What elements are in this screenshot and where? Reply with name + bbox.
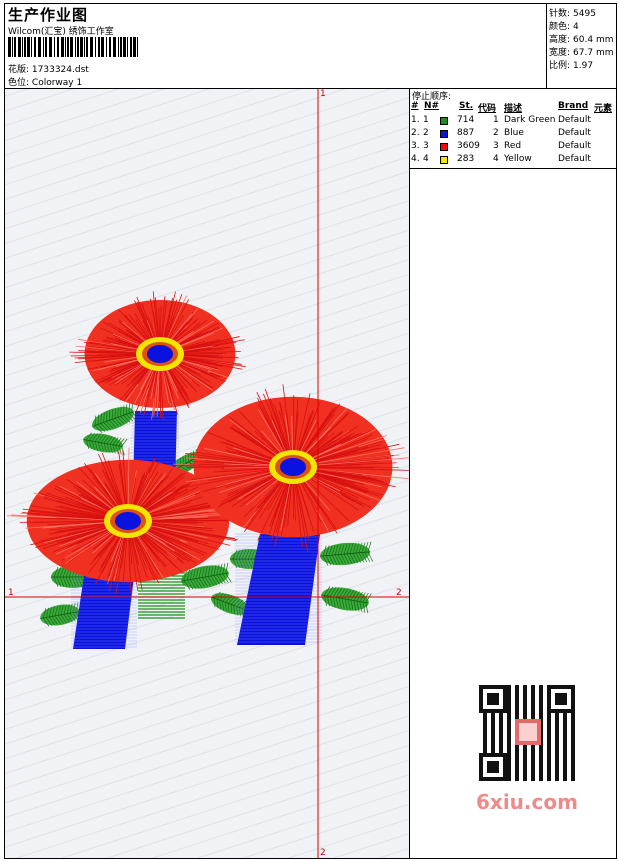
cell-code: 4 [493,154,499,164]
stat-2: 高度: 60.4 mm [549,32,613,45]
color-swatch [440,156,448,164]
cell-desc: Blue [504,128,524,138]
barcode-icon [8,37,138,57]
cell-n: 4 [423,154,429,164]
colorway-row: 色位: Colorway 1 [8,75,82,88]
stat-label: 高度: [549,35,571,45]
column-header-0: # [411,101,419,111]
stat-label: 颜色: [549,22,571,32]
page-title: 生产作业图 [8,6,89,24]
column-header-2: St. [459,101,474,111]
design-value: 1733324.dst [31,65,89,75]
stat-label: 宽度: [549,48,571,58]
cell-idx: 1. [411,115,420,125]
cell-st: 283 [457,154,475,164]
color-swatch [440,130,448,138]
cell-idx: 3. [411,141,420,151]
cell-desc: Yellow [504,154,532,164]
cell-st: 714 [457,115,475,125]
stat-4: 比例: 1.97 [549,58,593,71]
design-label: 花版: [8,65,30,75]
axis-label-top: 1 [320,89,326,99]
stat-value: 5495 [573,9,596,19]
watermark-text: 6xiu.com [476,790,578,814]
cell-n: 1 [423,115,429,125]
page-subtitle: Wilcom(汇宝) 绣饰工作室 [8,27,114,37]
cell-code: 2 [493,128,499,138]
cell-n: 2 [423,128,429,138]
axis-label-left: 1 [8,588,14,598]
color-swatch [440,143,448,151]
column-header-3: 代码 [478,104,497,114]
color-swatch [440,117,448,125]
stat-value: 4 [573,22,579,32]
axis-label-right: 2 [396,588,402,598]
stat-1: 颜色: 4 [549,19,579,32]
axis-label-bottom: 2 [320,848,326,858]
stat-value: 67.7 mm [573,48,614,58]
cell-desc: Red [504,141,522,151]
cell-n: 3 [423,141,429,151]
cell-idx: 2. [411,128,420,138]
column-header-1: N# [424,101,440,111]
cell-st: 887 [457,128,475,138]
stat-0: 针数: 5495 [549,6,596,19]
design-row: 花版: 1733324.dst [8,62,89,75]
design-canvas[interactable] [5,89,409,858]
colorway-value: Colorway 1 [31,78,83,88]
column-header-4: 描述 [504,104,523,114]
cell-code: 3 [493,141,499,151]
cell-desc: Dark Green [504,115,556,125]
embroidery-preview [5,89,409,858]
stat-value: 1.97 [573,61,594,71]
cell-idx: 4. [411,154,420,164]
column-header-6: 元素 [594,104,613,114]
colorway-label: 色位: [8,78,30,88]
cell-brand: Default [558,154,591,164]
cell-st: 3609 [457,141,480,151]
panel-divider [409,168,617,169]
cell-brand: Default [558,141,591,151]
cell-brand: Default [558,115,591,125]
column-header-5: Brand [558,101,589,111]
stat-value: 60.4 mm [573,35,614,45]
cell-brand: Default [558,128,591,138]
cell-code: 1 [493,115,499,125]
stat-label: 针数: [549,9,571,19]
stat-label: 比例: [549,61,571,71]
stat-3: 宽度: 67.7 mm [549,45,613,58]
